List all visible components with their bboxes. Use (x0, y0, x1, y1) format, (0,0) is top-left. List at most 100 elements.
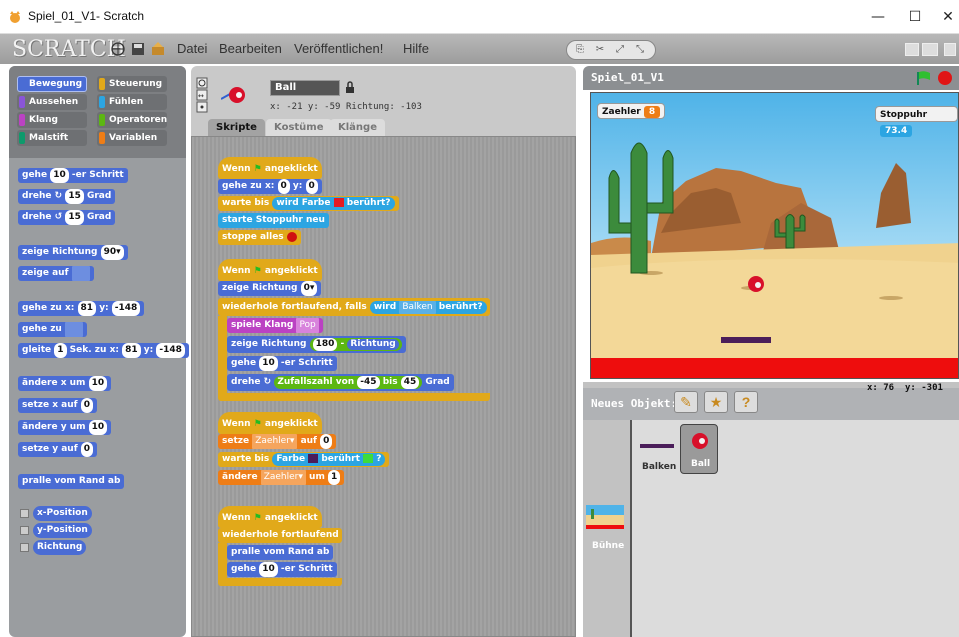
block-forever[interactable]: wiederhole fortlaufend (218, 528, 342, 543)
color-swatch-green[interactable] (363, 454, 374, 463)
stage-backdrop-thumbnail (586, 505, 624, 529)
category-label: Variablen (109, 133, 158, 143)
block-glide[interactable]: gleite 1 Sek. zu x: 81 y: -148 (18, 343, 189, 358)
block-turn-left[interactable]: drehe ↺ 15 Grad (18, 210, 116, 225)
block-turn-random[interactable]: drehe ↻ Zufallszahl von -45 bis 45 Grad (227, 374, 454, 391)
block-bounce[interactable]: pralle vom Rand ab (18, 474, 125, 489)
menu-help[interactable]: Hilfe (403, 41, 429, 56)
category-steuerung[interactable]: Steuerung (97, 76, 167, 92)
category-operatoren[interactable]: Operatoren (97, 112, 167, 128)
category-label: Operatoren (109, 115, 168, 125)
menu-edit[interactable]: Bearbeiten (219, 41, 282, 56)
timer-monitor[interactable]: Stoppuhr 73.4 (875, 106, 958, 137)
choose-sprite-icon[interactable]: ★ (704, 391, 728, 413)
save-icon[interactable] (130, 41, 146, 57)
random-sprite-icon[interactable]: ? (734, 391, 758, 413)
y-position-checkbox[interactable] (20, 526, 29, 535)
menu-file[interactable]: Datei (177, 41, 207, 56)
sprite-direction: Richtung: -103 (346, 102, 422, 112)
block-wait-until[interactable]: warte bis wird Farbe berührt? (218, 196, 399, 211)
block-reset-timer[interactable]: starte Stoppuhr neu (218, 213, 329, 228)
block-change-variable[interactable]: ändere Zaehler▾ um 1 (218, 470, 345, 485)
new-sprite-toolbar: Neues Objekt: ✎ ★ ? x: 76 y: -301 (583, 383, 959, 420)
block-move-steps[interactable]: gehe 10 -er Schritt (227, 356, 337, 371)
category-color-swatch (99, 132, 105, 144)
sprite-coordinates: x: -21 y: -59 (270, 102, 341, 112)
category-fühlen[interactable]: Fühlen (97, 94, 167, 110)
block-go-to[interactable]: gehe zu (18, 322, 87, 337)
block-set-variable[interactable]: setze Zaehler▾ auf 0 (218, 434, 337, 449)
stage-thumbnail[interactable]: Bühne (586, 505, 626, 555)
tab-costumes[interactable]: Kostüme (266, 119, 332, 136)
presentation-mode-button[interactable] (944, 43, 956, 56)
share-icon[interactable] (150, 41, 166, 57)
mouse-x: x: 76 (867, 383, 895, 393)
block-move-steps[interactable]: gehe 10 -er Schritt (18, 168, 128, 183)
mouse-y: y: -301 (905, 383, 943, 393)
block-play-sound[interactable]: spiele Klang Pop (227, 318, 323, 333)
c-block-arm (218, 543, 227, 579)
block-move-steps[interactable]: gehe 10 -er Schritt (227, 562, 337, 577)
block-when-flag-clicked[interactable]: Wenn ⚑ angeklickt (218, 259, 322, 281)
grow-icon[interactable]: ⤢ (611, 43, 629, 57)
menu-share[interactable]: Veröffentlichen! (294, 41, 383, 56)
block-change-y[interactable]: ändere y um 10 (18, 420, 112, 435)
block-point-direction-expr[interactable]: zeige Richtung 180 - Richtung (227, 336, 406, 353)
block-forever-if[interactable]: wiederhole fortlaufend, falls wird Balke… (218, 298, 490, 316)
block-bounce[interactable]: pralle vom Rand ab (227, 545, 334, 560)
block-when-flag-clicked[interactable]: Wenn ⚑ angeklickt (218, 412, 322, 434)
green-flag-icon: ⚑ (253, 419, 262, 429)
green-flag-icon: ⚑ (253, 164, 262, 174)
paint-sprite-icon[interactable]: ✎ (674, 391, 698, 413)
small-stage-button[interactable] (905, 43, 919, 56)
category-bewegung[interactable]: Bewegung (17, 76, 87, 92)
block-wait-until-color[interactable]: warte bis Farbe berührt ? (218, 452, 390, 467)
category-color-swatch (19, 78, 25, 90)
cut-icon[interactable]: ✂ (591, 43, 609, 57)
close-button[interactable]: ✕ (938, 8, 958, 26)
category-aussehen[interactable]: Aussehen (17, 94, 87, 110)
block-go-to-xy[interactable]: gehe zu x: 81 y: -148 (18, 301, 145, 316)
block-change-x[interactable]: ändere x um 10 (18, 376, 112, 391)
tab-sounds[interactable]: Klänge (330, 119, 385, 136)
category-color-swatch (19, 96, 25, 108)
category-klang[interactable]: Klang (17, 112, 87, 128)
x-position-checkbox[interactable] (20, 509, 29, 518)
duplicate-icon[interactable]: ⎘ (571, 43, 589, 57)
category-label: Fühlen (109, 97, 144, 107)
color-swatch-purple[interactable] (308, 454, 319, 463)
block-point-direction[interactable]: zeige Richtung 90▾ (18, 245, 128, 260)
stage-canvas[interactable]: Zaehler 8 Stoppuhr 73.4 (590, 92, 959, 379)
category-malstift[interactable]: Malstift (17, 130, 87, 146)
reporter-x-position[interactable]: x-Position (33, 506, 92, 521)
reporter-direction[interactable]: Richtung (33, 540, 87, 555)
sprite-name-field[interactable]: Ball (270, 80, 340, 96)
block-turn-right[interactable]: drehe ↻ 15 Grad (18, 189, 116, 204)
lock-icon[interactable] (345, 81, 355, 94)
block-point-towards[interactable]: zeige auf (18, 266, 94, 281)
category-variablen[interactable]: Variablen (97, 130, 167, 146)
block-point-direction[interactable]: zeige Richtung 0▾ (218, 281, 322, 296)
sprite-tile-balken[interactable]: Balken (638, 426, 680, 474)
minimize-button[interactable]: — (868, 8, 888, 26)
counter-monitor[interactable]: Zaehler 8 (597, 103, 666, 119)
reporter-y-position[interactable]: y-Position (33, 523, 92, 538)
tab-scripts[interactable]: Skripte (208, 119, 265, 136)
sprite-thumbnail-icon (221, 87, 245, 103)
block-when-flag-clicked[interactable]: Wenn ⚑ angeklickt (218, 506, 322, 528)
block-set-y[interactable]: setze y auf 0 (18, 442, 98, 457)
normal-stage-button[interactable] (922, 43, 938, 56)
block-stop-all[interactable]: stoppe alles (218, 230, 301, 245)
rotation-style-icons[interactable]: ↔ (196, 77, 208, 113)
block-set-x[interactable]: setze x auf 0 (18, 398, 97, 413)
shrink-icon[interactable]: ⤡ (631, 43, 649, 57)
stop-sign-icon[interactable] (937, 70, 953, 86)
block-when-flag-clicked[interactable]: Wenn ⚑ angeklickt (218, 157, 322, 179)
sprite-tile-ball[interactable]: Ball (680, 424, 718, 474)
direction-checkbox[interactable] (20, 543, 29, 552)
maximize-button[interactable]: ☐ (905, 8, 925, 26)
block-go-to-xy[interactable]: gehe zu x: 0 y: 0 (218, 179, 322, 194)
color-swatch-red[interactable] (333, 198, 344, 207)
green-flag-icon[interactable] (916, 71, 932, 85)
globe-icon[interactable] (110, 41, 126, 57)
